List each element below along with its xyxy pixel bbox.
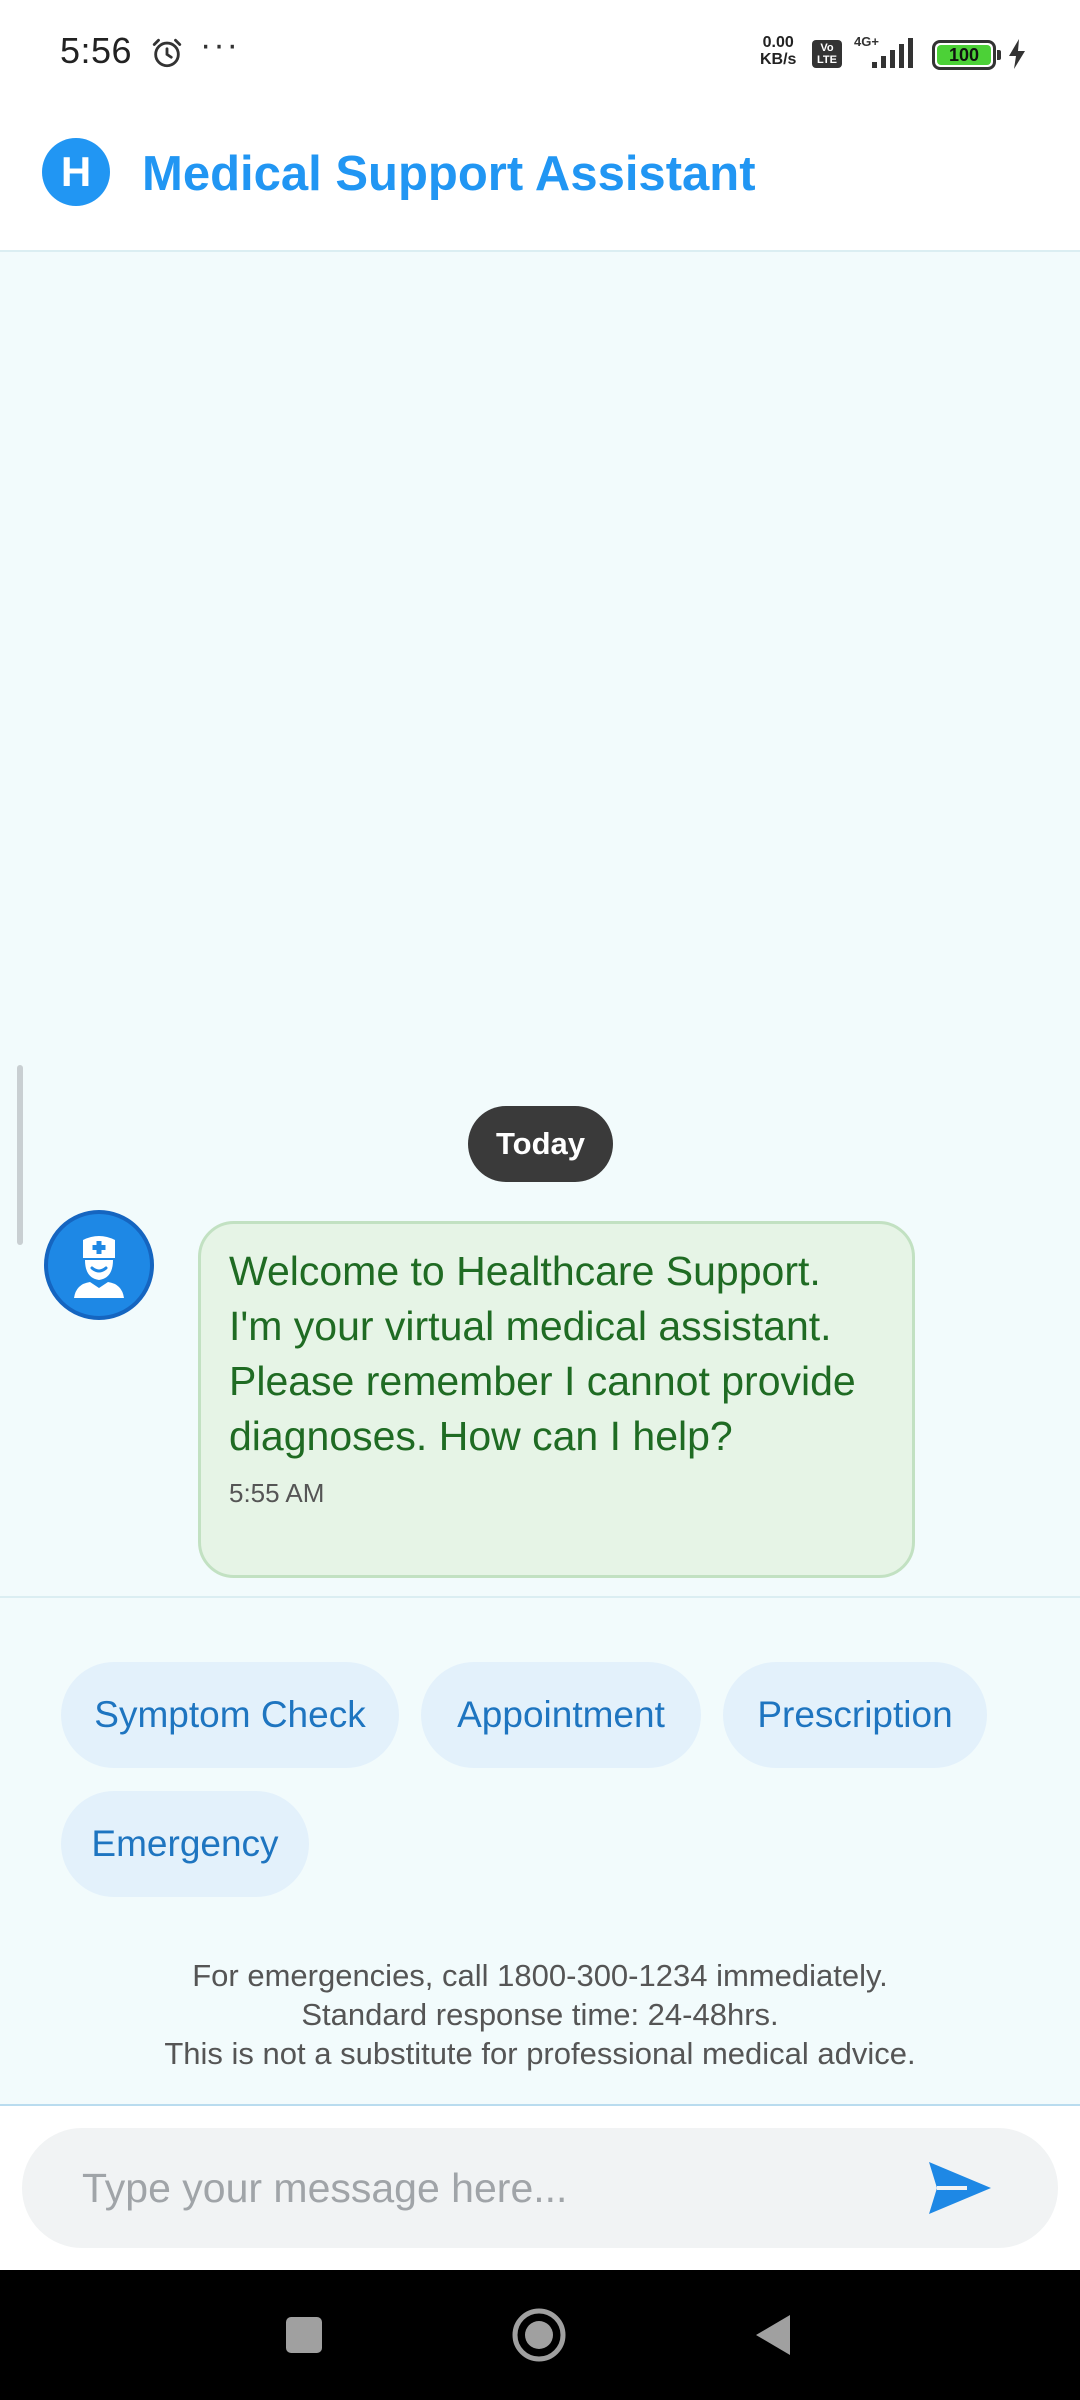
send-icon [929,2162,991,2214]
back-icon[interactable] [750,2305,796,2365]
quick-action-prescription[interactable]: Prescription [723,1662,987,1768]
disclaimer-line: Standard response time: 24-48hrs. [301,1997,779,2032]
quick-action-appointment[interactable]: Appointment [421,1662,701,1768]
quick-action-emergency[interactable]: Emergency [61,1791,309,1897]
date-chip: Today [468,1106,613,1182]
system-nav-bar [0,2270,1080,2400]
doctor-avatar-icon [44,1210,154,1320]
scrollbar[interactable] [17,1065,23,1245]
quick-actions-panel: Symptom Check Appointment Prescription E… [0,1596,1080,2106]
message-composer [0,2106,1080,2270]
disclaimer: For emergencies, call 1800-300-1234 imme… [0,1956,1080,2073]
message-input-container [22,2128,1058,2248]
send-button[interactable] [910,2150,1010,2226]
quick-action-symptom-check[interactable]: Symptom Check [61,1662,399,1768]
message-text: Welcome to Healthcare Support. I'm your … [229,1248,856,1459]
message-input[interactable] [80,2148,880,2228]
chat-area[interactable]: Today Welcome to Healthcare Support. I'm… [0,0,1080,1596]
recents-icon[interactable] [282,2305,328,2365]
disclaimer-line: For emergencies, call 1800-300-1234 imme… [192,1958,888,1993]
message-timestamp: 5:55 AM [229,1478,325,1508]
home-icon[interactable] [508,2305,570,2365]
message-bubble: Welcome to Healthcare Support. I'm your … [198,1221,915,1578]
disclaimer-line: This is not a substitute for professiona… [164,2036,916,2071]
